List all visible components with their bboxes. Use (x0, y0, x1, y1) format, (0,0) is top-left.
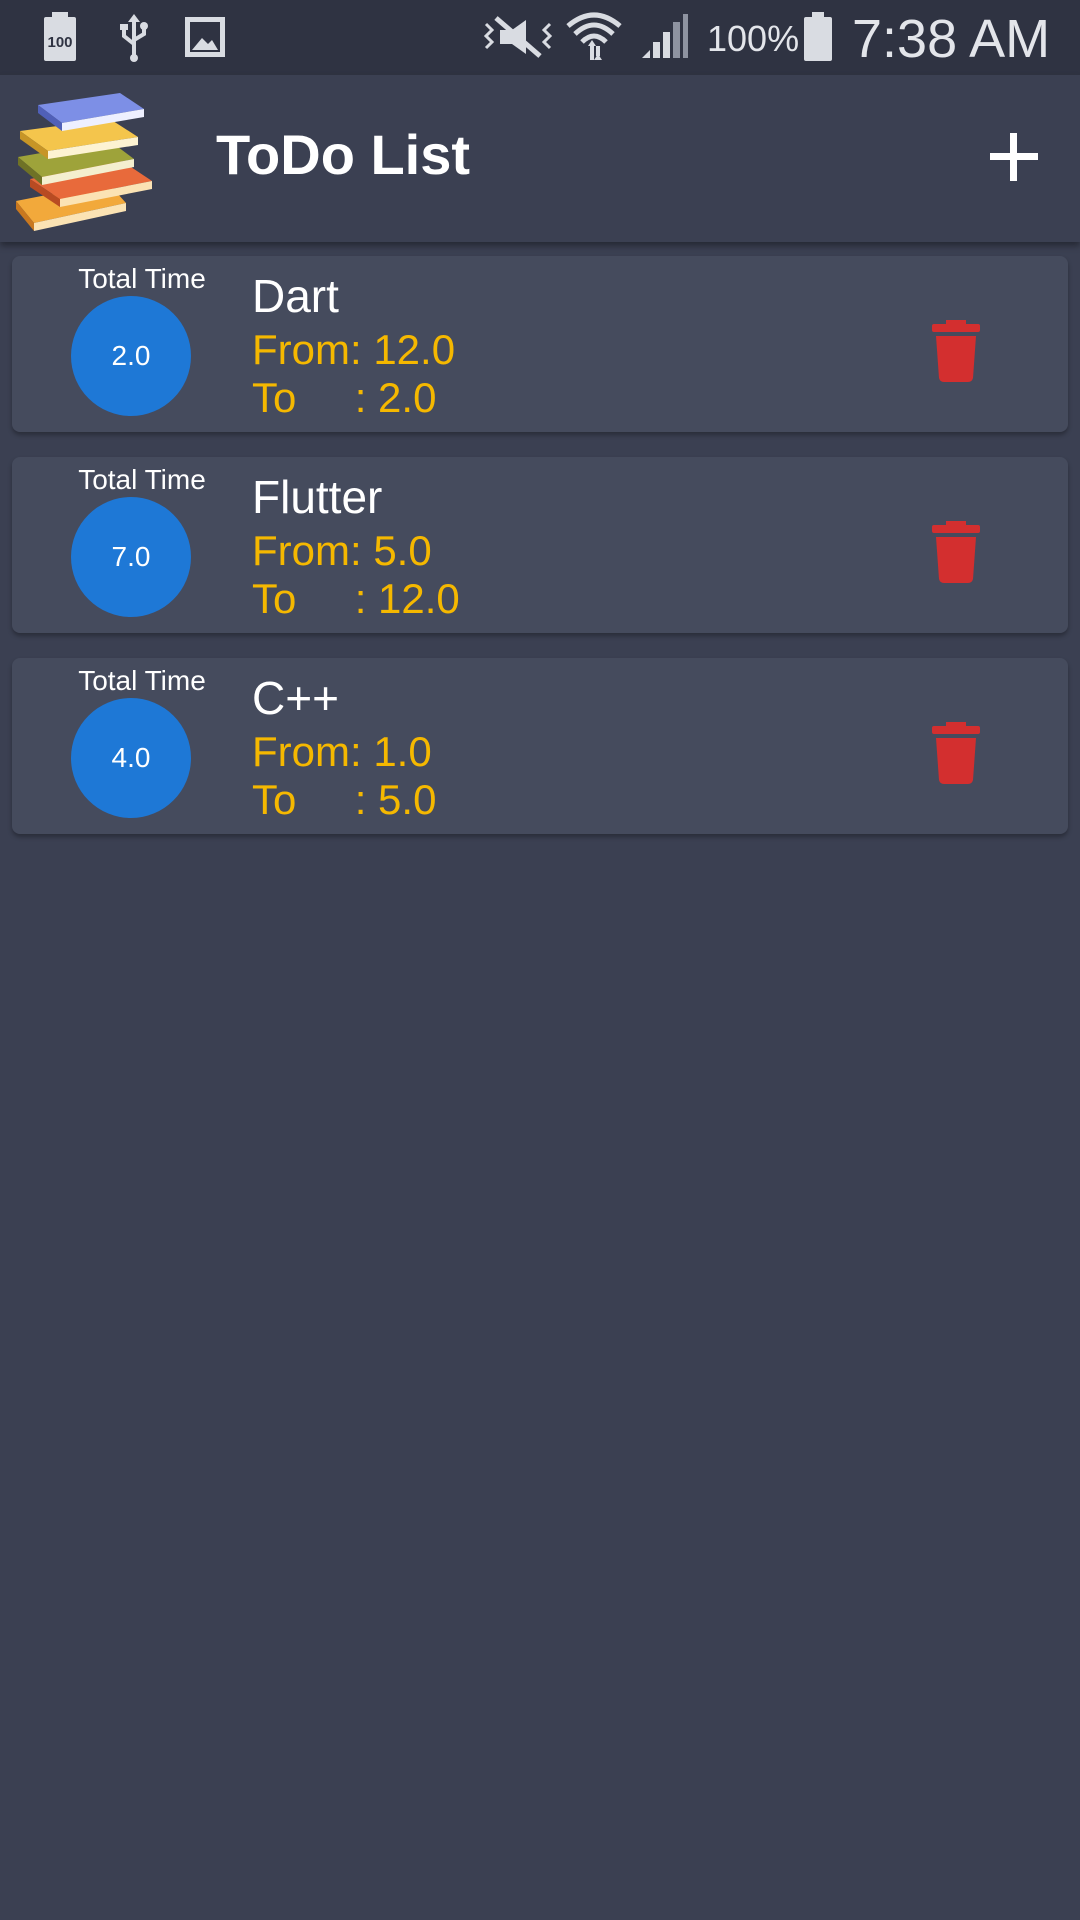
total-time-label: Total Time (78, 665, 206, 696)
todo-from: From: 1.0 (252, 728, 432, 775)
status-time: 7:38 AM (852, 9, 1051, 69)
image-icon (184, 16, 226, 62)
status-bar: 100 100% 7:38 AM (0, 0, 1080, 75)
todo-from: From: 12.0 (252, 326, 456, 373)
total-time-badge: 2.0 (71, 296, 191, 416)
battery-icon (802, 12, 834, 66)
todo-from: From: 5.0 (252, 527, 432, 574)
todo-card[interactable]: Total Time 2.0 Dart From: 12.0 To : 2.0 (12, 256, 1068, 432)
add-todo-button[interactable] (984, 127, 1044, 187)
todo-title: C++ (252, 672, 339, 724)
total-time-badge: 4.0 (71, 698, 191, 818)
total-time-badge: 7.0 (71, 497, 191, 617)
delete-button[interactable] (922, 316, 990, 384)
trash-icon (932, 521, 980, 583)
page-title: ToDo List (216, 123, 471, 186)
trash-icon (932, 320, 980, 382)
vibrate-mute-icon (482, 14, 554, 64)
todo-card[interactable]: Total Time 4.0 C++ From: 1.0 To : 5.0 (12, 658, 1068, 834)
todo-to: To : 5.0 (252, 776, 437, 823)
todo-list: Total Time 2.0 Dart From: 12.0 To : 2.0 … (12, 256, 1068, 859)
battery-notification-icon: 100 (42, 12, 78, 62)
delete-button[interactable] (922, 718, 990, 786)
todo-title: Dart (252, 270, 339, 322)
total-time-label: Total Time (78, 464, 206, 495)
battery-percent: 100% (707, 18, 800, 59)
todo-to: To : 2.0 (252, 374, 437, 421)
usb-icon (116, 14, 152, 66)
total-time-value: 4.0 (111, 742, 151, 773)
battery-notification-label: 100 (47, 34, 73, 51)
cell-signal-icon (640, 12, 690, 64)
books-stack-icon (10, 83, 160, 233)
todo-title: Flutter (252, 471, 383, 523)
plus-icon (990, 133, 1038, 181)
wifi-icon (566, 8, 622, 66)
todo-card[interactable]: Total Time 7.0 Flutter From: 5.0 To : 12… (12, 457, 1068, 633)
total-time-value: 7.0 (111, 541, 151, 572)
delete-button[interactable] (922, 517, 990, 585)
todo-to: To : 12.0 (252, 575, 460, 622)
trash-icon (932, 722, 980, 784)
total-time-label: Total Time (78, 263, 206, 294)
total-time-value: 2.0 (111, 340, 151, 371)
app-bar: ToDo List (0, 75, 1080, 242)
